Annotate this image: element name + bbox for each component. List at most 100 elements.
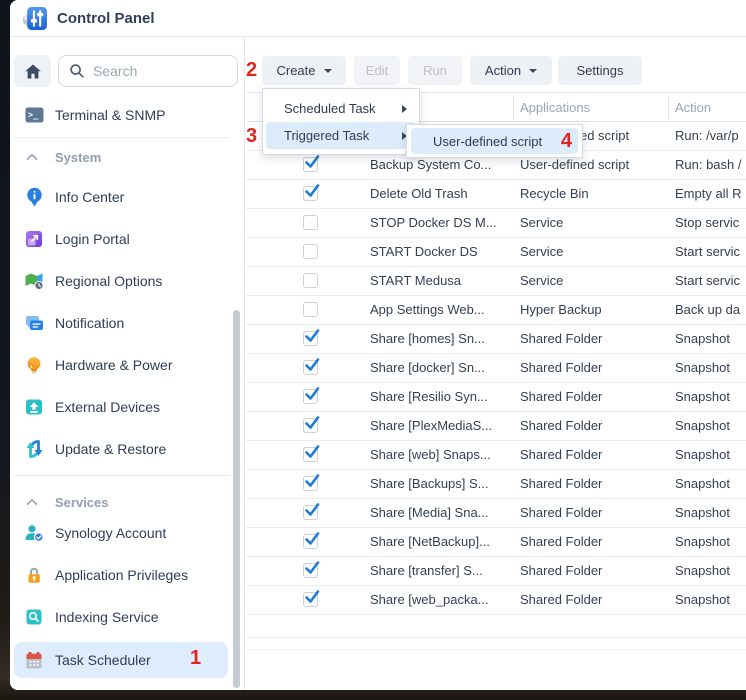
row-checkbox[interactable] xyxy=(303,302,318,317)
row-checkbox[interactable] xyxy=(303,418,318,433)
table-row[interactable]: Share [web] Snaps... Shared Folder Snaps… xyxy=(246,441,746,470)
sidebar-divider xyxy=(14,475,230,476)
column-header-applications[interactable]: Applications xyxy=(520,93,590,122)
sidebar-item-label: Synology Account xyxy=(55,525,166,541)
sidebar-item-info-center[interactable]: Info Center xyxy=(14,179,228,215)
table-row[interactable]: Share [Resilio Syn... Shared Folder Snap… xyxy=(246,383,746,412)
task-name-cell: Share [transfer] S... xyxy=(370,557,483,585)
sidebar-item-update-restore[interactable]: Update & Restore xyxy=(14,431,228,467)
row-checkbox[interactable] xyxy=(303,476,318,491)
annotation-1: 1 xyxy=(190,648,201,668)
chat-bubbles-icon xyxy=(24,313,44,333)
task-name-cell: STOP Docker DS M... xyxy=(370,209,497,237)
table-row[interactable]: Share [Media] Sna... Shared Folder Snaps… xyxy=(246,499,746,528)
action-button[interactable]: Action xyxy=(470,56,552,85)
row-checkbox[interactable] xyxy=(303,186,318,201)
table-row[interactable]: Delete Old Trash Recycle Bin Empty all R xyxy=(246,180,746,209)
table-row[interactable]: Share [homes] Sn... Shared Folder Snapsh… xyxy=(246,325,746,354)
table-row[interactable]: START Docker DS Service Start servic xyxy=(246,238,746,267)
checkmark-icon xyxy=(303,588,321,606)
row-checkbox[interactable] xyxy=(303,215,318,230)
sidebar-item-hardware-power[interactable]: 1 Hardware & Power xyxy=(14,347,228,383)
row-checkbox[interactable] xyxy=(303,534,318,549)
annotation-3: 3 xyxy=(246,126,257,146)
create-button-label: Create xyxy=(276,63,315,78)
table-row[interactable]: Share [NetBackup]... Shared Folder Snaps… xyxy=(246,528,746,557)
home-button[interactable] xyxy=(14,55,51,87)
row-checkbox[interactable] xyxy=(303,331,318,346)
action-cell: Snapshot xyxy=(675,383,730,411)
table-row[interactable]: Share [transfer] S... Shared Folder Snap… xyxy=(246,557,746,586)
row-checkbox[interactable] xyxy=(303,244,318,259)
sidebar-item-application-privileges[interactable]: Application Privileges xyxy=(14,557,228,593)
action-cell: Stop servic xyxy=(675,209,739,237)
sidebar-item-notification[interactable]: Notification xyxy=(14,305,228,341)
checkmark-icon xyxy=(303,559,321,577)
sidebar-item-label: Hardware & Power xyxy=(55,357,173,373)
table-row[interactable]: Share [web_packa... Shared Folder Snapsh… xyxy=(246,586,746,615)
action-cell: Run: bash / xyxy=(675,151,742,179)
svg-text:1: 1 xyxy=(30,364,33,370)
task-name-cell: Share [Media] Sna... xyxy=(370,499,489,527)
sidebar-item-terminal-snmp[interactable]: >_ Terminal & SNMP xyxy=(14,97,228,133)
settings-button[interactable]: Settings xyxy=(558,56,642,85)
control-panel-window: Control Panel >_ xyxy=(10,0,746,690)
sidebar-item-indexing-service[interactable]: Indexing Service xyxy=(14,599,228,635)
control-panel-icon xyxy=(23,6,48,36)
sidebar-item-external-devices[interactable]: External Devices xyxy=(14,389,228,425)
checkmark-icon xyxy=(303,385,321,403)
application-cell: Shared Folder xyxy=(520,325,602,353)
edit-button[interactable]: Edit xyxy=(354,56,400,85)
task-name-cell: Share [homes] Sn... xyxy=(370,325,485,353)
column-header-action[interactable]: Action xyxy=(675,93,711,122)
task-name-cell: Delete Old Trash xyxy=(370,180,468,208)
menu-item-user-defined-script[interactable]: User-defined script 4 xyxy=(411,128,578,154)
table-row[interactable]: Share [Backups] S... Shared Folder Snaps… xyxy=(246,470,746,499)
sidebar-scrollbar[interactable] xyxy=(233,310,240,688)
run-button[interactable]: Run xyxy=(408,56,462,85)
sidebar-item-label: Terminal & SNMP xyxy=(55,107,165,123)
row-checkbox[interactable] xyxy=(303,389,318,404)
application-cell: Shared Folder xyxy=(520,470,602,498)
section-header-system[interactable]: System xyxy=(14,146,228,168)
menu-item-triggered-task[interactable]: Triggered Task xyxy=(266,122,416,149)
sidebar-item-synology-account[interactable]: Synology Account xyxy=(14,515,228,551)
application-cell: Shared Folder xyxy=(520,441,602,469)
search-input[interactable] xyxy=(58,55,238,87)
create-button[interactable]: Create xyxy=(262,56,346,85)
table-row[interactable]: Share [docker] Sn... Shared Folder Snaps… xyxy=(246,354,746,383)
task-name-cell: App Settings Web... xyxy=(370,296,485,324)
sidebar-item-regional-options[interactable]: Regional Options xyxy=(14,263,228,299)
menu-item-label: Triggered Task xyxy=(284,128,369,143)
sidebar-item-label: Task Scheduler xyxy=(55,652,151,668)
sidebar: >_ Terminal & SNMP System xyxy=(10,37,244,690)
table-row[interactable]: START Medusa Service Start servic xyxy=(246,267,746,296)
row-checkbox[interactable] xyxy=(303,360,318,375)
action-cell: Snapshot xyxy=(675,325,730,353)
task-name-cell: Share [web_packa... xyxy=(370,586,489,614)
task-name-cell: Share [Resilio Syn... xyxy=(370,383,488,411)
row-checkbox[interactable] xyxy=(303,273,318,288)
table-row[interactable]: App Settings Web... Hyper Backup Back up… xyxy=(246,296,746,325)
row-checkbox[interactable] xyxy=(303,592,318,607)
column-separator[interactable] xyxy=(668,96,669,120)
section-header-services[interactable]: Services xyxy=(14,491,228,513)
checkmark-icon xyxy=(303,530,321,548)
sidebar-item-label: Application Privileges xyxy=(55,567,188,583)
table-row[interactable]: STOP Docker DS M... Service Stop servic xyxy=(246,209,746,238)
checkmark-icon xyxy=(303,327,321,345)
section-label: Services xyxy=(55,495,109,510)
checkmark-icon xyxy=(303,472,321,490)
menu-item-scheduled-task[interactable]: Scheduled Task xyxy=(266,95,416,122)
row-checkbox[interactable] xyxy=(303,563,318,578)
row-checkbox[interactable] xyxy=(303,505,318,520)
sidebar-item-login-portal[interactable]: Login Portal xyxy=(14,221,228,257)
column-separator[interactable] xyxy=(513,96,514,120)
action-cell: Snapshot xyxy=(675,412,730,440)
row-checkbox[interactable] xyxy=(303,447,318,462)
checkmark-icon xyxy=(303,443,321,461)
row-checkbox[interactable] xyxy=(303,157,318,172)
table-row[interactable]: Share [PlexMediaS... Shared Folder Snaps… xyxy=(246,412,746,441)
application-cell: Shared Folder xyxy=(520,557,602,585)
sidebar-item-label: Notification xyxy=(55,315,124,331)
